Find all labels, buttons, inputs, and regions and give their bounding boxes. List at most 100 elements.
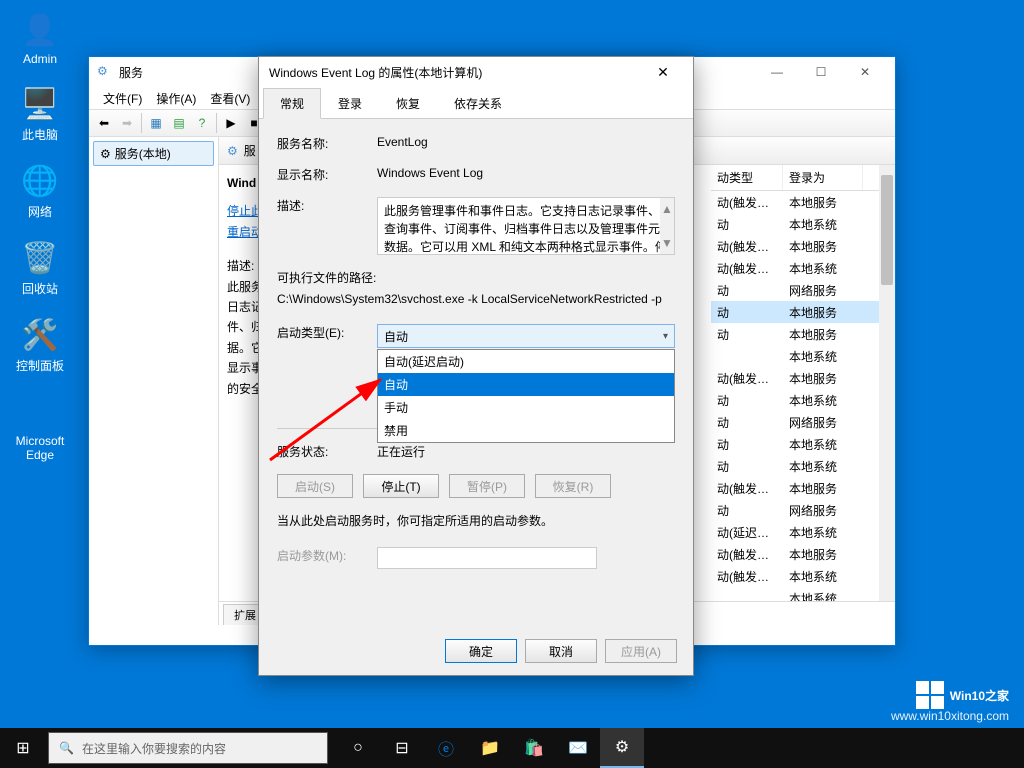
desktop-icons: 👤Admin 🖥️此电脑 🌐网络 🗑️回收站 🛠️控制面板 ⓔMicrosoft… xyxy=(5,10,75,480)
desktop-icon-recycle-bin[interactable]: 🗑️回收站 xyxy=(5,238,75,297)
services-title: 服务 xyxy=(119,64,143,81)
col-logon-as[interactable]: 登录为 xyxy=(783,165,863,190)
properties-tabs: 常规 登录 恢复 依存关系 xyxy=(259,87,693,119)
table-row[interactable]: 动本地服务 xyxy=(711,301,895,323)
startup-type-dropdown: 自动(延迟启动) 自动 手动 禁用 xyxy=(377,349,675,443)
store-taskbar-icon[interactable]: 🛍️ xyxy=(512,728,556,768)
table-row[interactable]: 动网络服务 xyxy=(711,279,895,301)
col-startup-type[interactable]: 动类型 xyxy=(711,165,783,190)
watermark: Win10之家 www.win10xitong.com xyxy=(891,681,1009,723)
desktop-icon-control-panel[interactable]: 🛠️控制面板 xyxy=(5,315,75,374)
option-auto[interactable]: 自动 xyxy=(378,373,674,396)
gear-icon: ⚙ xyxy=(227,144,238,158)
tab-logon[interactable]: 登录 xyxy=(321,88,379,119)
table-row[interactable]: 动(触发…本地服务 xyxy=(711,235,895,257)
description-label: 描述: xyxy=(277,197,377,214)
table-row[interactable]: 动(触发…本地系统 xyxy=(711,565,895,587)
scrollbar-thumb[interactable] xyxy=(881,175,893,285)
start-button: 启动(S) xyxy=(277,474,353,498)
start-params-input xyxy=(377,547,597,569)
service-status-label: 服务状态: xyxy=(277,443,377,460)
properties-dialog: Windows Event Log 的属性(本地计算机) ✕ 常规 登录 恢复 … xyxy=(258,56,694,676)
exe-path-value: C:\Windows\System32\svchost.exe -k Local… xyxy=(277,292,675,306)
startup-type-label: 启动类型(E): xyxy=(277,324,377,341)
tool-show-hide[interactable]: ▦ xyxy=(145,112,167,134)
description-scrollbar[interactable]: ▲▼ xyxy=(660,198,674,254)
table-row[interactable]: 动(触发…本地系统 xyxy=(711,257,895,279)
task-view-icon[interactable]: ⊟ xyxy=(380,728,424,768)
option-auto-delayed[interactable]: 自动(延迟启动) xyxy=(378,350,674,373)
desktop-icon-network[interactable]: 🌐网络 xyxy=(5,161,75,220)
tool-help[interactable]: ? xyxy=(191,112,213,134)
tool-back[interactable]: ⬅ xyxy=(93,112,115,134)
tree-node-services-local[interactable]: ⚙服务(本地) xyxy=(93,141,214,166)
start-params-hint: 当从此处启动服务时，你可指定所适用的启动参数。 xyxy=(277,512,675,529)
tab-recovery[interactable]: 恢复 xyxy=(379,88,437,119)
chevron-down-icon: ▾ xyxy=(663,331,668,342)
vertical-scrollbar[interactable] xyxy=(879,165,895,601)
cortana-icon[interactable]: ○ xyxy=(336,728,380,768)
services-taskbar-icon[interactable]: ⚙ xyxy=(600,728,644,768)
table-row[interactable]: 动本地服务 xyxy=(711,323,895,345)
desktop-icon-this-pc[interactable]: 🖥️此电脑 xyxy=(5,84,75,143)
table-row[interactable]: 动本地系统 xyxy=(711,389,895,411)
explorer-taskbar-icon[interactable]: 📁 xyxy=(468,728,512,768)
display-name-value: Windows Event Log xyxy=(377,166,675,180)
gear-icon: ⚙ xyxy=(100,147,111,161)
start-button[interactable]: ⊞ xyxy=(0,728,46,768)
mail-taskbar-icon[interactable]: ✉️ xyxy=(556,728,600,768)
service-status-value: 正在运行 xyxy=(377,443,675,460)
table-row[interactable]: 动本地系统 xyxy=(711,213,895,235)
table-row[interactable]: 动(触发…本地服务 xyxy=(711,367,895,389)
close-button[interactable]: ✕ xyxy=(843,57,887,87)
stop-button[interactable]: 停止(T) xyxy=(363,474,439,498)
taskbar: ⊞ 🔍 在这里输入你要搜索的内容 ○ ⊟ ⓔ 📁 🛍️ ✉️ ⚙ xyxy=(0,728,1024,768)
minimize-button[interactable]: — xyxy=(755,57,799,87)
desktop-icon-admin[interactable]: 👤Admin xyxy=(5,10,75,66)
pause-button: 暂停(P) xyxy=(449,474,525,498)
table-row[interactable]: 动(触发…本地服务 xyxy=(711,477,895,499)
ok-button[interactable]: 确定 xyxy=(445,639,517,663)
table-row[interactable]: 本地系统 xyxy=(711,587,895,601)
table-row[interactable]: 动(触发…本地服务 xyxy=(711,191,895,213)
tab-dependencies[interactable]: 依存关系 xyxy=(437,88,519,119)
taskbar-search[interactable]: 🔍 在这里输入你要搜索的内容 xyxy=(48,732,328,764)
option-manual[interactable]: 手动 xyxy=(378,396,674,419)
services-tree: ⚙服务(本地) xyxy=(89,137,219,625)
tool-export[interactable]: ▤ xyxy=(168,112,190,134)
startup-type-combo[interactable]: 自动 ▾ 自动(延迟启动) 自动 手动 禁用 xyxy=(377,324,675,348)
menu-file[interactable]: 文件(F) xyxy=(97,88,148,109)
table-row[interactable]: 动网络服务 xyxy=(711,499,895,521)
option-disabled[interactable]: 禁用 xyxy=(378,419,674,442)
table-row[interactable]: 动本地系统 xyxy=(711,455,895,477)
windows-logo-icon xyxy=(916,681,944,709)
gear-icon: ⚙ xyxy=(97,64,113,80)
search-icon: 🔍 xyxy=(59,741,74,755)
resume-button: 恢复(R) xyxy=(535,474,611,498)
description-text[interactable]: 此服务管理事件和事件日志。它支持日志记录事件、查询事件、订阅事件、归档事件日志以… xyxy=(377,197,675,255)
cancel-button[interactable]: 取消 xyxy=(525,639,597,663)
table-row[interactable]: 本地系统 xyxy=(711,345,895,367)
properties-title: Windows Event Log 的属性(本地计算机) xyxy=(269,64,482,81)
table-row[interactable]: 动本地系统 xyxy=(711,433,895,455)
menu-action[interactable]: 操作(A) xyxy=(150,88,202,109)
table-row[interactable]: 动网络服务 xyxy=(711,411,895,433)
display-name-label: 显示名称: xyxy=(277,166,377,183)
desktop-icon-edge[interactable]: ⓔMicrosoft Edge xyxy=(5,392,75,462)
edge-taskbar-icon[interactable]: ⓔ xyxy=(424,728,468,768)
apply-button: 应用(A) xyxy=(605,639,677,663)
tool-play[interactable]: ▶ xyxy=(220,112,242,134)
close-button[interactable]: ✕ xyxy=(643,57,683,87)
service-name-value: EventLog xyxy=(377,135,675,149)
list-columns: 动类型 登录为 xyxy=(711,165,895,191)
maximize-button[interactable]: ☐ xyxy=(799,57,843,87)
tool-forward[interactable]: ➡ xyxy=(116,112,138,134)
table-row[interactable]: 动(触发…本地服务 xyxy=(711,543,895,565)
exe-path-label: 可执行文件的路径: xyxy=(277,269,675,286)
start-params-label: 启动参数(M): xyxy=(277,547,377,564)
tab-general[interactable]: 常规 xyxy=(263,88,321,119)
service-name-label: 服务名称: xyxy=(277,135,377,152)
properties-titlebar[interactable]: Windows Event Log 的属性(本地计算机) ✕ xyxy=(259,57,693,87)
menu-view[interactable]: 查看(V) xyxy=(204,88,256,109)
table-row[interactable]: 动(延迟…本地系统 xyxy=(711,521,895,543)
